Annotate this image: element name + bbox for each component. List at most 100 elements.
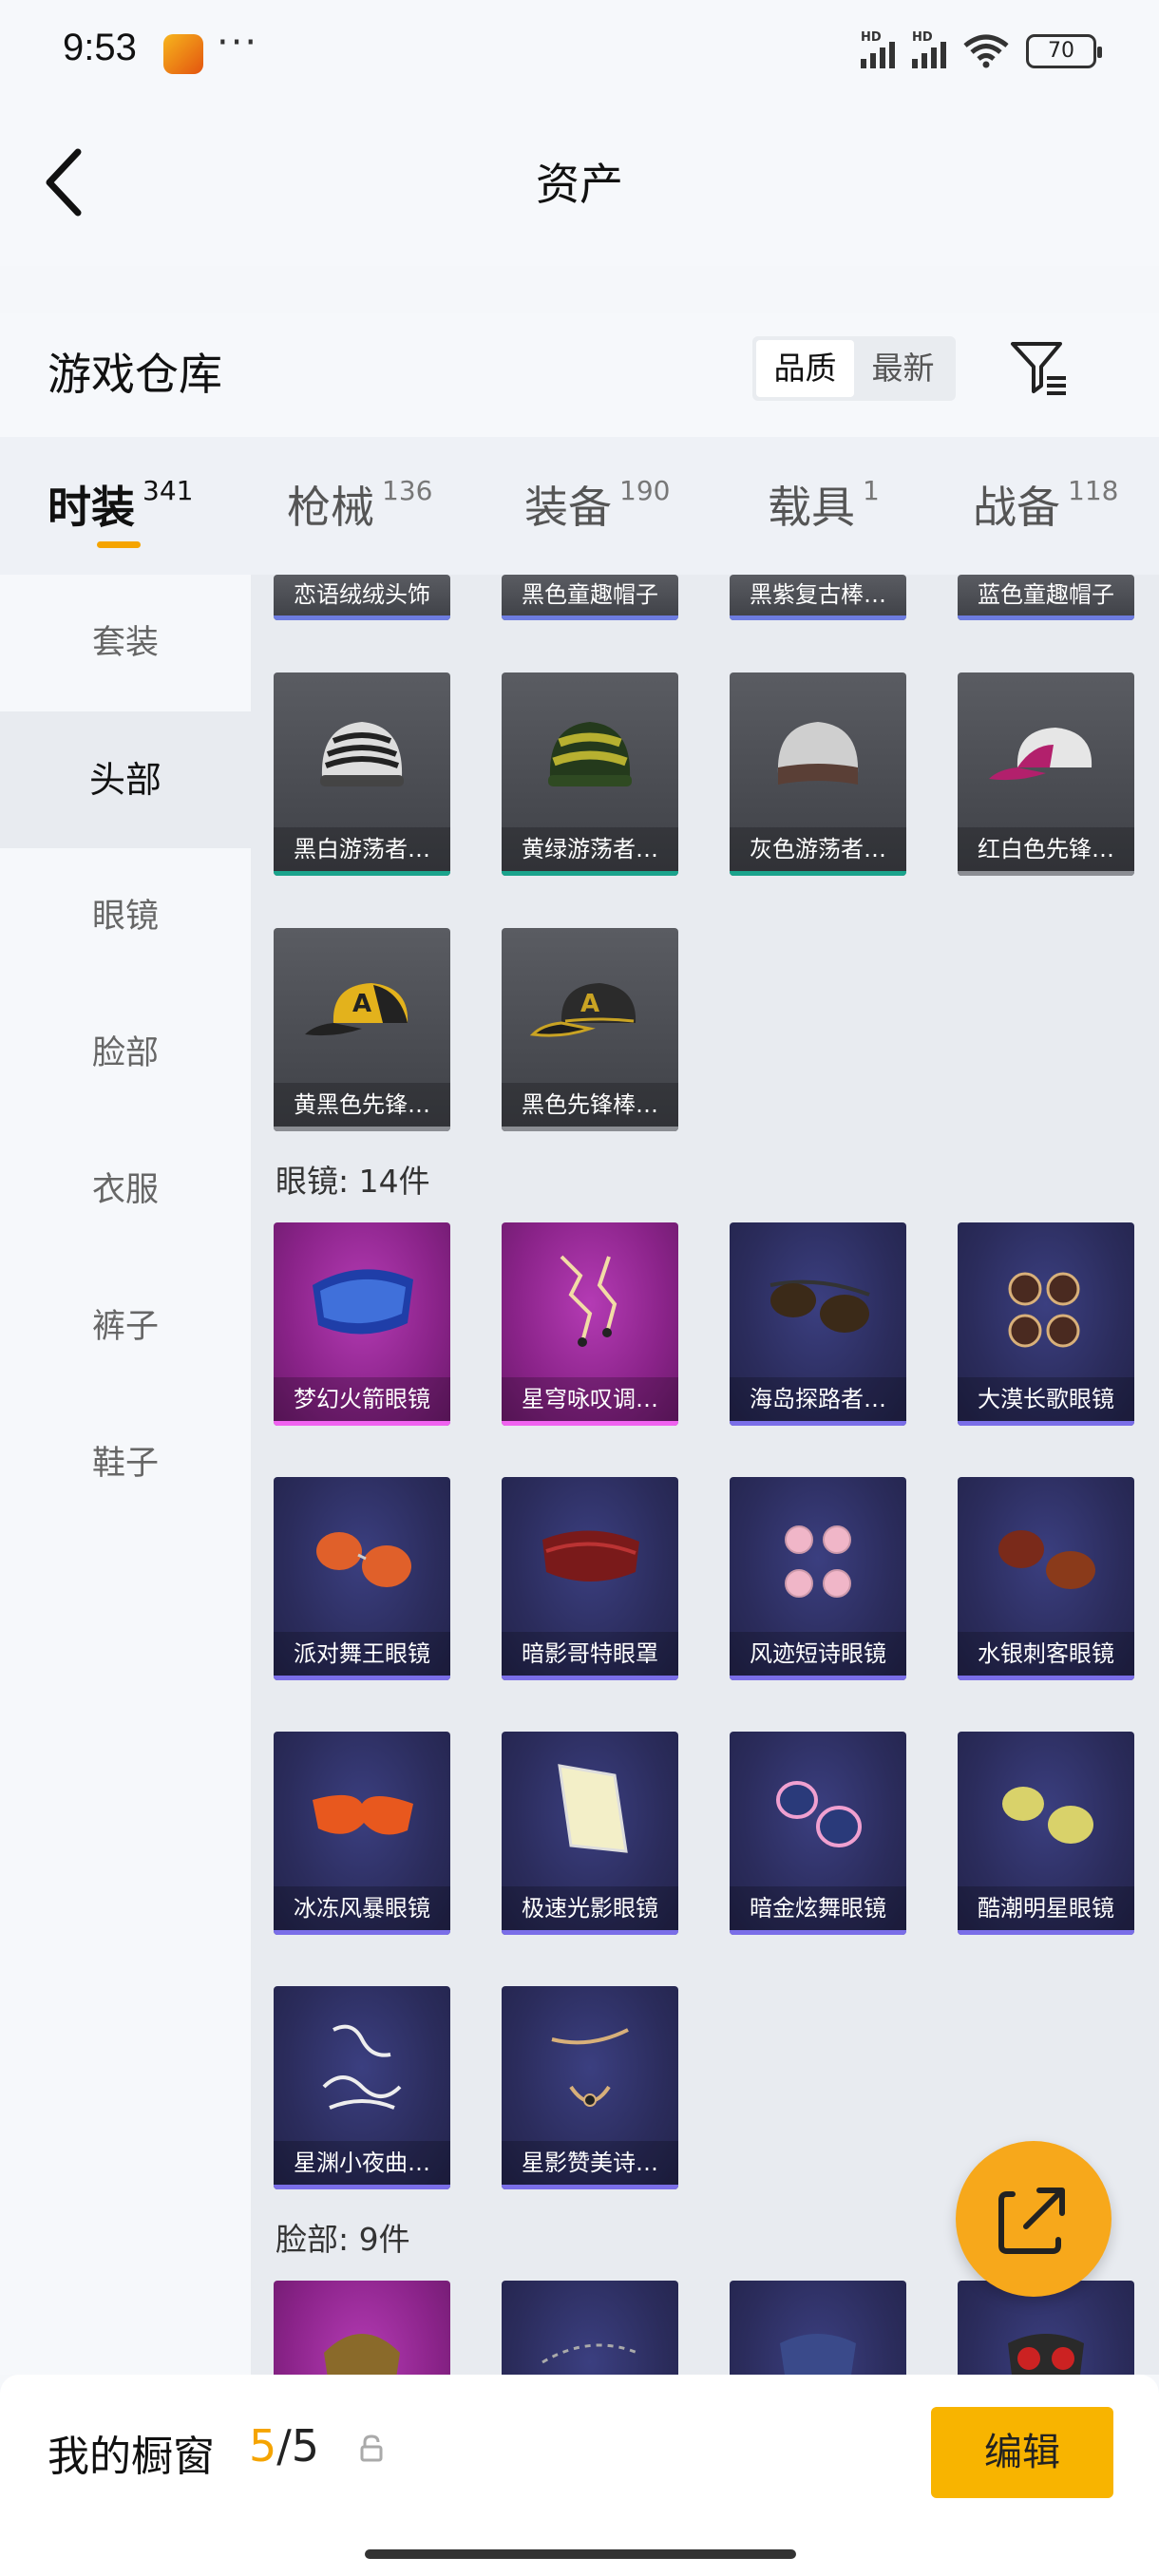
tab-equipment[interactable]: 装备 190 <box>524 473 670 536</box>
item-name: 暗影哥特眼罩 <box>502 1632 678 1676</box>
item-card[interactable]: 梦幻火箭眼镜 <box>274 1222 450 1426</box>
item-card[interactable]: 蓝色童趣帽子 <box>958 575 1134 620</box>
item-name: 恋语绒绒头饰 <box>294 581 430 608</box>
item-name: 海岛探路者… <box>730 1377 906 1421</box>
visor-glasses-icon <box>313 1269 413 1335</box>
item-card[interactable] <box>274 2281 450 2375</box>
category-tabs: 时装 341 枪械 136 装备 190 载具 1 战备 118 <box>0 437 1159 575</box>
tab-count: 341 <box>142 475 194 506</box>
lock-icon <box>360 2434 383 2462</box>
sort-newest-option[interactable]: 最新 <box>854 340 952 397</box>
face-mask-icon <box>324 2334 400 2375</box>
beanie-icon <box>777 722 859 785</box>
sidebar-item-face[interactable]: 脸部 <box>0 985 251 1122</box>
item-card[interactable]: 暗影哥特眼罩 <box>502 1477 678 1680</box>
sort-toggle: 品质 最新 <box>752 336 956 401</box>
tab-fashion[interactable]: 时装 341 <box>48 473 193 536</box>
sunglasses-icon <box>1002 1787 1093 1844</box>
item-card[interactable]: 黑白游荡者… <box>274 672 450 876</box>
tab-battle-prep[interactable]: 战备 118 <box>973 473 1118 536</box>
signal-icon: HD <box>912 30 946 68</box>
filter-icon[interactable] <box>1007 336 1070 399</box>
tab-label: 枪械 <box>287 482 374 533</box>
round-glasses-icon <box>785 1525 851 1598</box>
sidebar-item-set[interactable]: 套装 <box>0 575 251 711</box>
eye-mask-icon <box>542 1530 639 1582</box>
item-name: 星穹咏叹调… <box>502 1377 678 1421</box>
sidebar-item-head[interactable]: 头部 <box>0 711 251 848</box>
item-name: 黑白游荡者… <box>274 827 450 871</box>
tab-count: 118 <box>1068 475 1119 506</box>
gas-mask-icon <box>1008 2334 1084 2375</box>
sunglasses-icon <box>770 1279 870 1333</box>
face-group-label: 脸部: 9件 <box>276 2221 410 2258</box>
tab-label: 战备 <box>973 482 1060 533</box>
tab-vehicles[interactable]: 载具 1 <box>768 473 880 536</box>
sunglasses-icon <box>1008 1272 1080 1348</box>
item-card[interactable]: 海岛探路者… <box>730 1222 906 1426</box>
item-card[interactable]: 恋语绒绒头饰 <box>274 575 450 620</box>
item-name: 冰冻风暴眼镜 <box>274 1886 450 1930</box>
item-card[interactable]: 星渊小夜曲… <box>274 1986 450 2189</box>
sort-quality-option[interactable]: 品质 <box>756 340 854 397</box>
goggles-icon <box>558 1764 628 1853</box>
item-card[interactable]: 黄绿游荡者… <box>502 672 678 876</box>
heart-glasses-icon <box>776 1781 862 1847</box>
active-tab-indicator <box>97 541 141 548</box>
item-card[interactable]: A 黑色先锋棒… <box>502 928 678 1131</box>
tab-label: 载具 <box>768 482 855 533</box>
cap-icon: A <box>305 983 408 1036</box>
item-name: 大漠长歌眼镜 <box>958 1377 1134 1421</box>
face-mask-icon <box>780 2334 856 2375</box>
tab-guns[interactable]: 枪械 136 <box>287 473 432 536</box>
item-name: 派对舞王眼镜 <box>274 1632 450 1676</box>
showcase-bar: 我的橱窗 5/5 编辑 <box>0 2375 1159 2576</box>
item-card[interactable]: 黑紫复古棒… <box>730 575 906 620</box>
item-card[interactable]: 暗金炫舞眼镜 <box>730 1732 906 1935</box>
item-card[interactable]: A 黄黑色先锋… <box>274 928 450 1131</box>
cap-icon: A <box>529 983 636 1037</box>
status-bar: 9:53 ··· HD HD 70 <box>0 0 1159 104</box>
item-name: 酷潮明星眼镜 <box>958 1886 1134 1930</box>
glasses-group-label: 眼镜: 14件 <box>276 1163 430 1200</box>
wifi-icon <box>963 34 1009 68</box>
home-indicator[interactable] <box>365 2549 796 2559</box>
sidebar-item-shoes[interactable]: 鞋子 <box>0 1395 251 1532</box>
mask-glasses-icon <box>560 1255 618 1347</box>
beanie-icon <box>548 722 632 786</box>
item-name: 风迹短诗眼镜 <box>730 1632 906 1676</box>
share-button[interactable] <box>956 2141 1112 2297</box>
svg-text:A: A <box>580 990 599 1018</box>
item-card[interactable]: 派对舞王眼镜 <box>274 1477 450 1680</box>
signal-icon: HD <box>861 30 895 68</box>
item-name: 蓝色童趣帽子 <box>978 581 1114 608</box>
ornament-glasses-icon <box>322 2024 402 2110</box>
item-card[interactable]: 大漠长歌眼镜 <box>958 1222 1134 1426</box>
item-card[interactable]: 水银刺客眼镜 <box>958 1477 1134 1680</box>
ornament-glasses-icon <box>551 2028 629 2107</box>
warehouse-title: 游戏仓库 <box>48 349 222 400</box>
item-card[interactable]: 黑色童趣帽子 <box>502 575 678 620</box>
item-card[interactable]: 灰色游荡者… <box>730 672 906 876</box>
item-name: 星渊小夜曲… <box>274 2141 450 2185</box>
cap-icon <box>989 728 1092 781</box>
sport-glasses-icon <box>313 1794 413 1835</box>
item-card[interactable]: 冰冻风暴眼镜 <box>274 1732 450 1935</box>
item-name: 黑色先锋棒… <box>502 1083 678 1127</box>
sidebar-item-clothes[interactable]: 衣服 <box>0 1122 251 1259</box>
item-name: 黄黑色先锋… <box>274 1083 450 1127</box>
item-card[interactable] <box>730 2281 906 2375</box>
edit-button[interactable]: 编辑 <box>931 2407 1113 2498</box>
item-card[interactable]: 风迹短诗眼镜 <box>730 1477 906 1680</box>
item-card[interactable] <box>502 2281 678 2375</box>
item-card[interactable]: 酷潮明星眼镜 <box>958 1732 1134 1935</box>
tab-label: 装备 <box>524 482 612 533</box>
item-card[interactable]: 极速光影眼镜 <box>502 1732 678 1935</box>
item-card[interactable]: 星穹咏叹调… <box>502 1222 678 1426</box>
item-card[interactable]: 红白色先锋… <box>958 672 1134 876</box>
sidebar-item-glasses[interactable]: 眼镜 <box>0 848 251 985</box>
page-title: 资产 <box>536 159 623 210</box>
item-card[interactable]: 星影赞美诗… <box>502 1986 678 2189</box>
tab-label: 时装 <box>48 482 135 533</box>
sidebar-item-pants[interactable]: 裤子 <box>0 1259 251 1395</box>
